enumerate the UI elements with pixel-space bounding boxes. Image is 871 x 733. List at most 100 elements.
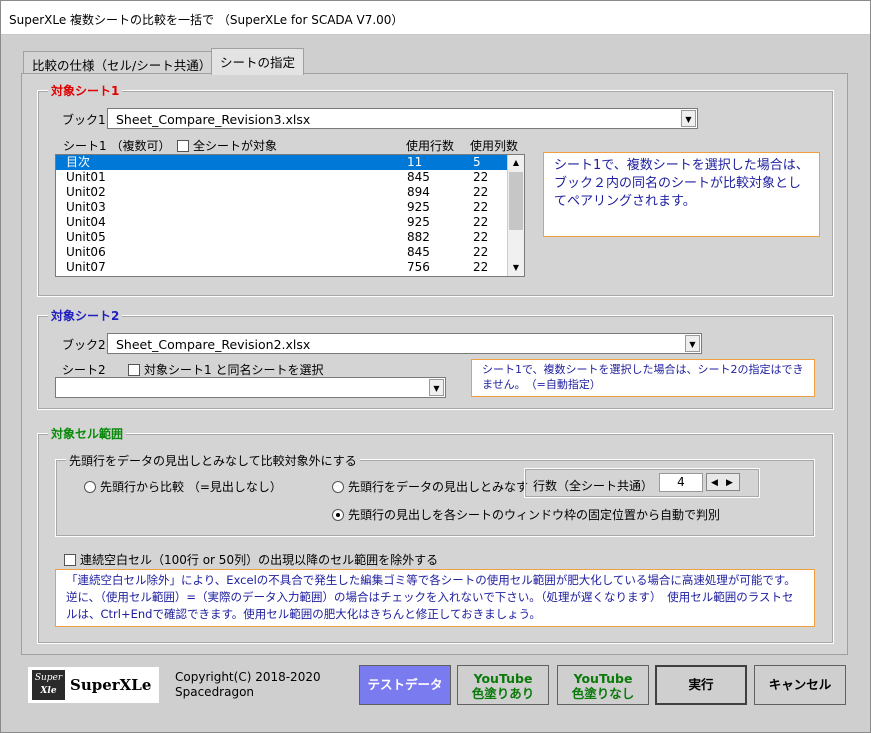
test-data-button[interactable]: テストデータ bbox=[359, 665, 451, 705]
row-count: 894 bbox=[407, 185, 430, 199]
row-count: 11 bbox=[407, 155, 423, 169]
scroll-down-icon[interactable]: ▼ bbox=[508, 260, 524, 276]
radio-no-header[interactable]: 先頭行から比較 （=見出しなし） bbox=[84, 478, 282, 495]
rows-count-label: 行数（全シート共通） bbox=[533, 479, 654, 493]
rows-count-spinner[interactable]: ◀ ▶ bbox=[706, 473, 740, 491]
logo: Super Xle SuperXLe bbox=[28, 667, 159, 703]
col-count: 22 bbox=[473, 200, 489, 214]
radio-label: 先頭行から比較 （=見出しなし） bbox=[100, 480, 282, 494]
rows-count-box: 行数（全シート共通） 4 ◀ ▶ bbox=[524, 468, 760, 498]
chevron-down-icon[interactable]: ▼ bbox=[681, 110, 696, 127]
rows-count-input[interactable]: 4 bbox=[659, 473, 703, 492]
col-count: 22 bbox=[473, 215, 489, 229]
list-item[interactable]: Unit02 894 22 bbox=[56, 185, 524, 200]
book2-label: ブック2 bbox=[62, 338, 106, 352]
tab-panel: 対象シート1 ブック1 Sheet_Compare_Revision3.xlsx… bbox=[21, 73, 848, 655]
same-name-label: 対象シート1 と同名シートを選択 bbox=[144, 363, 324, 377]
book2-select[interactable]: Sheet_Compare_Revision2.xlsx ▼ bbox=[107, 333, 702, 354]
row-count: 882 bbox=[407, 230, 430, 244]
row-count: 925 bbox=[407, 215, 430, 229]
list-item[interactable]: Unit07 756 22 bbox=[56, 260, 524, 275]
col-header-cols: 使用列数 bbox=[470, 139, 519, 153]
col-count: 5 bbox=[473, 155, 481, 169]
button-line2: 色塗りなし bbox=[571, 686, 635, 701]
cancel-button[interactable]: キャンセル bbox=[754, 665, 846, 705]
row-count: 845 bbox=[407, 245, 430, 259]
radio-circle[interactable] bbox=[332, 481, 344, 493]
col-count: 22 bbox=[473, 260, 489, 274]
scroll-thumb[interactable] bbox=[509, 172, 523, 230]
button-line1: YouTube bbox=[573, 671, 633, 686]
list-item[interactable]: 目次 11 5 bbox=[56, 155, 524, 170]
book1-select[interactable]: Sheet_Compare_Revision3.xlsx ▼ bbox=[107, 108, 698, 129]
title-bar: SuperXLe 複数シートの比較を一括で （SuperXLe for SCAD… bbox=[1, 1, 870, 35]
radio-header-rows[interactable]: 先頭行をデータの見出しとみなす bbox=[332, 478, 528, 495]
sheet1-note-text: シート1で、複数シートを選択した場合は、ブック２内の同名のシートが比較対象として… bbox=[554, 158, 809, 209]
radio-circle[interactable] bbox=[332, 509, 344, 521]
radio-auto-detect[interactable]: 先頭行の見出しを各シートのウィンドウ枠の固定位置から自動で判別 bbox=[332, 506, 720, 523]
same-name-checkbox[interactable]: 対象シート1 と同名シートを選択 bbox=[128, 361, 323, 378]
checkbox-box[interactable] bbox=[64, 554, 76, 566]
header-subgroup-label: 先頭行をデータの見出しとみなして比較対象外にする bbox=[66, 452, 360, 469]
tab-sheet-select[interactable]: シートの指定 bbox=[211, 48, 305, 75]
run-button[interactable]: 実行 bbox=[655, 665, 747, 705]
exclude-blank-label: 連続空白セル（100行 or 50列）の出現以降のセル範囲を除外する bbox=[80, 553, 439, 567]
sheet1-list-label: シート1 （複数可） bbox=[63, 139, 171, 153]
checkbox-box[interactable] bbox=[128, 364, 140, 376]
col-count: 22 bbox=[473, 230, 489, 244]
sheet-name: Unit02 bbox=[66, 185, 106, 199]
col-header-rows: 使用行数 bbox=[406, 139, 455, 153]
youtube-color-button[interactable]: YouTube 色塗りあり bbox=[457, 665, 549, 705]
copyright-line1: Copyright(C) 2018-2020 bbox=[175, 670, 321, 684]
book1-value: Sheet_Compare_Revision3.xlsx bbox=[116, 112, 311, 127]
tab-compare-spec[interactable]: 比較の仕様（セル/シート共通） bbox=[23, 51, 221, 73]
list-item[interactable]: Unit04 925 22 bbox=[56, 215, 524, 230]
chevron-down-icon[interactable]: ▼ bbox=[429, 379, 444, 396]
col-count: 22 bbox=[473, 185, 489, 199]
listbox-scrollbar[interactable]: ▲ ▼ bbox=[507, 155, 524, 276]
window-title: SuperXLe 複数シートの比較を一括で （SuperXLe for SCAD… bbox=[9, 13, 404, 27]
cellrange-group: 対象セル範囲 先頭行をデータの見出しとみなして比較対象外にする 先頭行から比較 … bbox=[37, 425, 834, 644]
copyright-line2: Spacedragon bbox=[175, 685, 255, 699]
sheet2-note-text: シート1で、複数シートを選択した場合は、シート2の指定はできません。 （=自動指… bbox=[482, 363, 804, 391]
header-subgroup: 先頭行をデータの見出しとみなして比較対象外にする 先頭行から比較 （=見出しなし… bbox=[55, 452, 815, 537]
book1-label: ブック1 bbox=[62, 113, 106, 127]
checkbox-box[interactable] bbox=[177, 140, 189, 152]
list-item[interactable]: Unit01 845 22 bbox=[56, 170, 524, 185]
right-arrow-icon[interactable]: ▶ bbox=[722, 475, 737, 491]
logo-icon-top: Super bbox=[34, 673, 63, 683]
button-line2: 色塗りあり bbox=[471, 686, 535, 701]
sheet-name: Unit05 bbox=[66, 230, 106, 244]
chevron-down-icon[interactable]: ▼ bbox=[685, 335, 700, 352]
all-sheets-checkbox[interactable]: 全シートが対象 bbox=[177, 137, 277, 154]
sheet2-label: シート2 bbox=[62, 363, 106, 377]
list-item[interactable]: Unit06 845 22 bbox=[56, 245, 524, 260]
sheet-name: Unit01 bbox=[66, 170, 106, 184]
col-count: 22 bbox=[473, 245, 489, 259]
radio-label: 先頭行の見出しを各シートのウィンドウ枠の固定位置から自動で判別 bbox=[348, 508, 721, 522]
button-line1: YouTube bbox=[473, 671, 533, 686]
scroll-up-icon[interactable]: ▲ bbox=[508, 155, 524, 171]
cellrange-note: 「連続空白セル除外」により、Excelの不具合で発生した編集ゴミ等で各シートの使… bbox=[55, 569, 815, 627]
sheet2-select[interactable]: ▼ bbox=[55, 377, 446, 398]
all-sheets-label: 全シートが対象 bbox=[193, 139, 278, 153]
exclude-blank-checkbox[interactable]: 連続空白セル（100行 or 50列）の出現以降のセル範囲を除外する bbox=[64, 551, 438, 568]
book2-value: Sheet_Compare_Revision2.xlsx bbox=[116, 337, 311, 352]
logo-text: SuperXLe bbox=[70, 676, 152, 694]
sheet1-listbox[interactable]: 目次 11 5 Unit01 845 22 Unit02 894 22 Unit03 925 2… bbox=[55, 154, 525, 277]
sheet-name: Unit03 bbox=[66, 200, 106, 214]
sheet2-group: 対象シート2 ブック2 Sheet_Compare_Revision2.xlsx… bbox=[37, 307, 834, 410]
logo-icon: Super Xle bbox=[32, 670, 65, 700]
radio-circle[interactable] bbox=[84, 481, 96, 493]
logo-icon-bottom: Xle bbox=[40, 686, 57, 696]
sheet-name: Unit04 bbox=[66, 215, 106, 229]
sheet-name: Unit07 bbox=[66, 260, 106, 274]
sheet-name: Unit06 bbox=[66, 245, 106, 259]
row-count: 845 bbox=[407, 170, 430, 184]
list-item[interactable]: Unit03 925 22 bbox=[56, 200, 524, 215]
left-arrow-icon[interactable]: ◀ bbox=[707, 475, 722, 491]
col-count: 22 bbox=[473, 170, 489, 184]
cellrange-legend: 対象セル範囲 bbox=[48, 425, 127, 442]
list-item[interactable]: Unit05 882 22 bbox=[56, 230, 524, 245]
youtube-nocolor-button[interactable]: YouTube 色塗りなし bbox=[557, 665, 649, 705]
